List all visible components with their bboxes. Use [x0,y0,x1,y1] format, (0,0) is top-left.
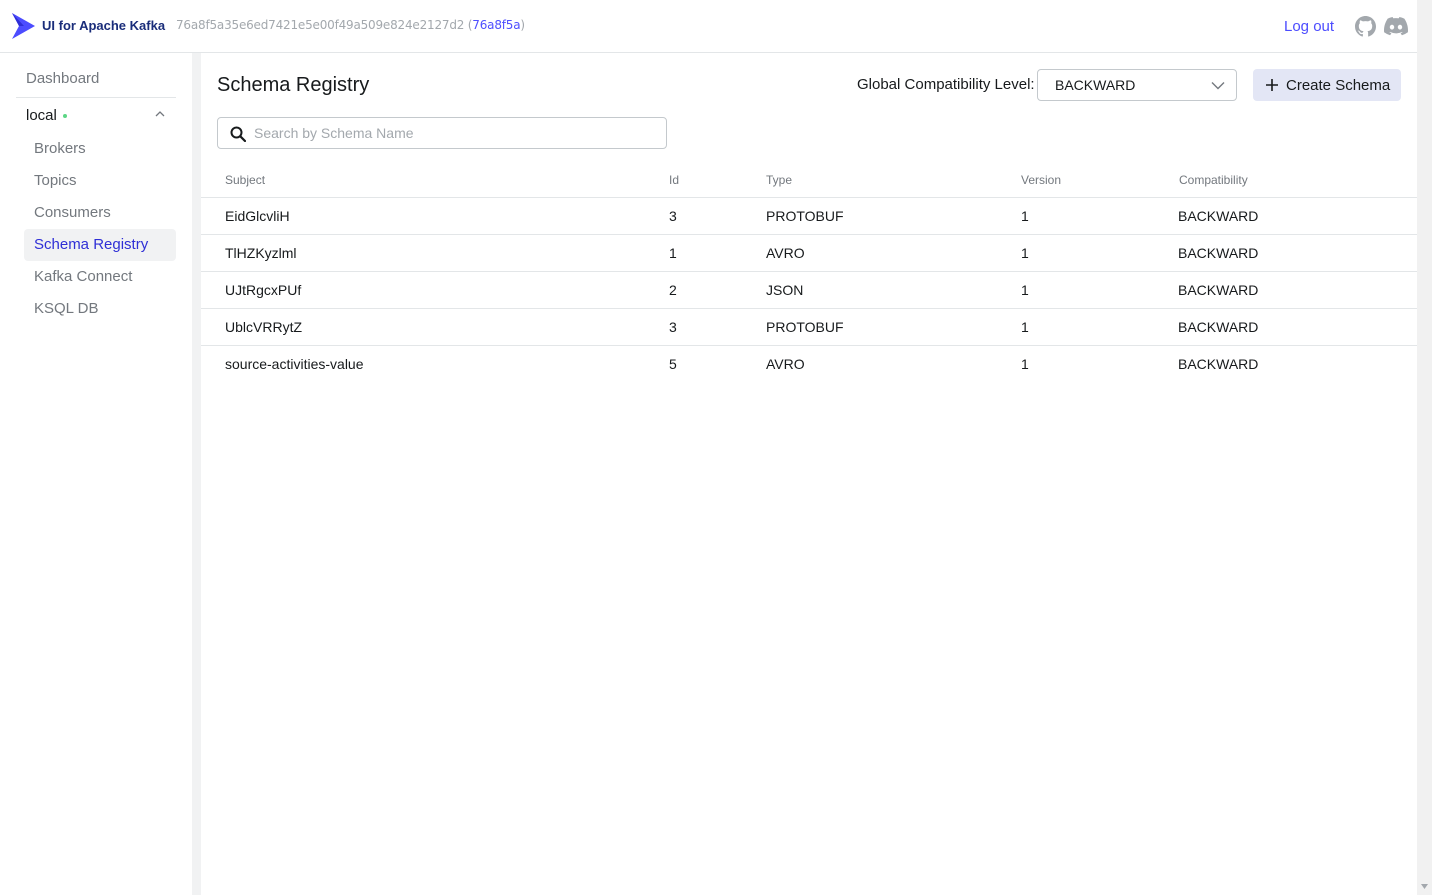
cell-version: 1 [1021,245,1029,261]
column-header-version: Version [1021,173,1062,187]
cluster-toggle[interactable]: local [26,107,67,124]
column-header-subject: Subject [225,173,266,187]
cell-version: 1 [1021,282,1029,298]
table-row[interactable]: UblcVRRytZ 3 PROTOBUF 1 BACKWARD [201,309,1417,346]
sidebar-item-consumers[interactable]: Consumers [24,197,176,229]
cell-type: AVRO [766,245,805,261]
search-box [217,117,667,149]
sidebar-item-brokers[interactable]: Brokers [24,133,176,165]
version-hash: 76a8f5a35e6ed7421e5e00f49a509e824e2127d2 [176,18,465,32]
cell-id: 1 [669,245,677,261]
sidebar-item-ksql-db[interactable]: KSQL DB [24,293,176,325]
cell-subject[interactable]: UJtRgcxPUf [225,282,301,298]
kafka-logo-icon [12,13,35,39]
version-commit-link[interactable]: 76a8f5a [472,18,520,32]
cell-compatibility: BACKWARD [1178,282,1259,298]
logout-link[interactable]: Log out [1284,18,1334,35]
compatibility-value: BACKWARD [1055,77,1136,93]
sidebar-item-dashboard[interactable]: Dashboard [26,70,99,87]
table-row[interactable]: TlHZKyzlml 1 AVRO 1 BACKWARD [201,235,1417,272]
sidebar-divider [16,97,176,98]
brand-name: UI for Apache Kafka [42,18,166,33]
cluster-status-dot [62,113,67,118]
search-input[interactable] [254,122,654,144]
table-row[interactable]: EidGlcvliH 3 PROTOBUF 1 BACKWARD [201,198,1417,235]
column-header-type: Type [766,173,793,187]
cell-id: 3 [669,208,677,224]
cell-compatibility: BACKWARD [1178,208,1259,224]
chevron-down-icon [1211,82,1225,90]
discord-icon[interactable] [1384,17,1408,36]
cell-compatibility: BACKWARD [1178,319,1259,335]
sidebar-item-kafka-connect[interactable]: Kafka Connect [24,261,176,293]
github-icon[interactable] [1355,16,1376,37]
top-navbar: UI for Apache Kafka 76a8f5a35e6ed7421e5e… [0,0,1432,53]
chevron-up-icon[interactable] [155,110,165,118]
page-scrollbar[interactable] [1417,0,1432,895]
plus-icon [1266,79,1278,91]
create-schema-button[interactable]: Create Schema [1253,69,1401,101]
cell-version: 1 [1021,319,1029,335]
compatibility-select[interactable]: BACKWARD [1037,69,1237,101]
version-info: 76a8f5a35e6ed7421e5e00f49a509e824e2127d2… [176,18,525,32]
create-schema-label: Create Schema [1286,77,1391,94]
search-icon [230,126,246,142]
cell-subject[interactable]: TlHZKyzlml [225,245,297,261]
cell-type: AVRO [766,356,805,372]
cell-type: PROTOBUF [766,208,844,224]
cell-compatibility: BACKWARD [1178,356,1259,372]
cell-subject[interactable]: EidGlcvliH [225,208,290,224]
cell-version: 1 [1021,208,1029,224]
cell-version: 1 [1021,356,1029,372]
brand-link[interactable]: UI for Apache Kafka [10,12,165,40]
cell-id: 2 [669,282,677,298]
sidebar-item-schema-registry[interactable]: Schema Registry [24,229,176,261]
column-header-compatibility: Compatibility [1179,173,1248,187]
scroll-down-arrow-icon[interactable] [1421,884,1428,889]
cell-id: 3 [669,319,677,335]
cell-type: JSON [766,282,804,298]
page-title: Schema Registry [217,74,370,96]
cluster-name: local [26,107,57,124]
table-row[interactable]: source-activities-value 5 AVRO 1 BACKWAR… [201,346,1417,383]
compatibility-label: Global Compatibility Level: [857,76,1035,93]
cell-id: 5 [669,356,677,372]
table-row[interactable]: UJtRgcxPUf 2 JSON 1 BACKWARD [201,272,1417,309]
sidebar-scrollbar[interactable] [192,53,201,895]
cell-compatibility: BACKWARD [1178,245,1259,261]
cell-type: PROTOBUF [766,319,844,335]
cell-subject[interactable]: UblcVRRytZ [225,319,302,335]
sidebar-item-topics[interactable]: Topics [24,165,176,197]
cell-subject[interactable]: source-activities-value [225,356,364,372]
column-header-id: Id [669,173,680,187]
